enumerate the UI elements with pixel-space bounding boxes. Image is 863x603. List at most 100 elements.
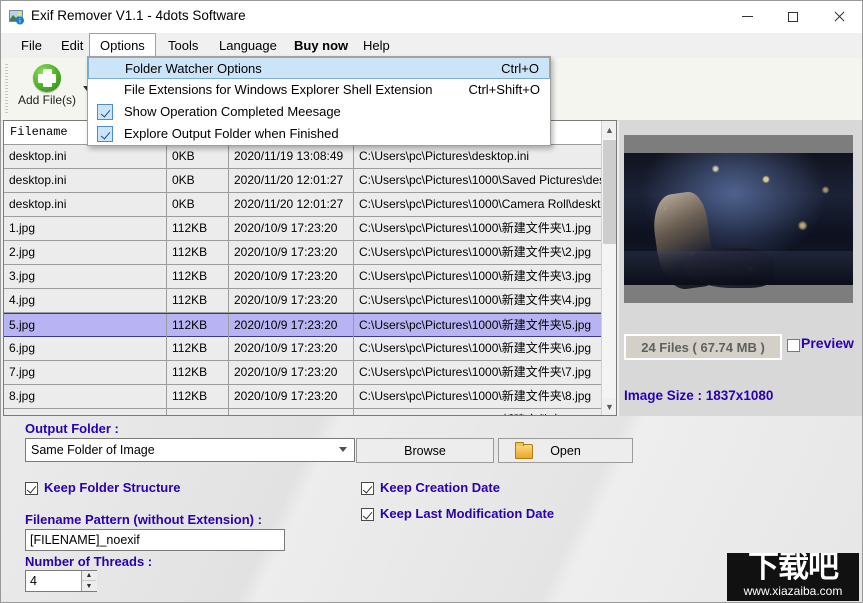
- cell-filename: 7.jpg: [4, 361, 167, 384]
- table-row[interactable]: 8.jpg112KB2020/10/9 17:23:20C:\Users\pc\…: [4, 385, 616, 409]
- application-window: i Exif Remover V1.1 - 4dots Software Fil…: [0, 0, 863, 603]
- check-icon[interactable]: [97, 104, 113, 120]
- cell-filepath: C:\Users\pc\Pictures\1000\新建文件夹\7.jpg: [354, 361, 601, 384]
- table-row[interactable]: desktop.ini0KB2020/11/20 12:01:27C:\User…: [4, 193, 616, 217]
- table-row[interactable]: 6.jpg112KB2020/10/9 17:23:20C:\Users\pc\…: [4, 337, 616, 361]
- stepper-up-icon[interactable]: ▲: [82, 571, 96, 581]
- green-plus-icon: [33, 64, 61, 92]
- cell-filesize: 112KB: [167, 289, 229, 312]
- title-bar: i Exif Remover V1.1 - 4dots Software: [1, 1, 862, 33]
- cell-filedate: 2020/11/20 12:01:27: [229, 193, 354, 216]
- menu-item-0[interactable]: Folder Watcher OptionsCtrl+O: [88, 57, 550, 79]
- cell-filedate: 2020/10/9 17:23:20: [229, 361, 354, 384]
- scroll-up-icon[interactable]: ▲: [602, 121, 617, 138]
- cell-filename: 3.jpg: [4, 265, 167, 288]
- menu-item-label: File Extensions for Windows Explorer She…: [124, 79, 433, 101]
- scroll-down-icon[interactable]: ▼: [602, 398, 617, 415]
- menu-item-1[interactable]: File Extensions for Windows Explorer She…: [88, 79, 550, 101]
- menu-item-label: Folder Watcher Options: [125, 58, 262, 80]
- preview-label[interactable]: Preview: [801, 335, 854, 351]
- menu-item-3[interactable]: Explore Output Folder when Finished: [88, 123, 550, 145]
- menu-bar: File Edit Options Tools Language Buy now…: [1, 33, 862, 58]
- cell-filename: 5.jpg: [4, 314, 167, 337]
- check-icon[interactable]: [97, 126, 113, 142]
- browse-button[interactable]: Browse: [356, 438, 494, 463]
- file-list[interactable]: Filename desktop.ini0KB2020/11/19 13:08:…: [3, 120, 617, 416]
- chevron-down-icon: [339, 447, 347, 452]
- table-row[interactable]: 9.jpg112KB2020/10/9 17:23:20C:\Users\pc\…: [4, 409, 616, 416]
- stepper-down-icon[interactable]: ▼: [82, 582, 96, 591]
- number-of-threads-value: 4: [30, 574, 37, 588]
- cell-filesize: 112KB: [167, 314, 229, 337]
- image-size-label: Image Size : 1837x1080: [624, 388, 773, 403]
- cell-filesize: 0KB: [167, 193, 229, 216]
- cell-filename: 4.jpg: [4, 289, 167, 312]
- cell-filesize: 0KB: [167, 169, 229, 192]
- menu-item-shortcut: Ctrl+Shift+O: [468, 79, 540, 101]
- folder-icon: [515, 444, 533, 459]
- table-row[interactable]: 2.jpg112KB2020/10/9 17:23:20C:\Users\pc\…: [4, 241, 616, 265]
- table-row[interactable]: 4.jpg112KB2020/10/9 17:23:20C:\Users\pc\…: [4, 289, 616, 313]
- options-dropdown-menu[interactable]: Folder Watcher OptionsCtrl+OFile Extensi…: [87, 56, 551, 146]
- files-summary[interactable]: 24 Files ( 67.74 MB ): [624, 334, 782, 360]
- keep-folder-structure-checkbox[interactable]: [25, 482, 38, 495]
- cell-filesize: 112KB: [167, 337, 229, 360]
- output-folder-label: Output Folder :: [25, 421, 119, 436]
- scrollbar-thumb[interactable]: [603, 140, 616, 244]
- open-button[interactable]: Open: [498, 438, 633, 463]
- cell-filedate: 2020/10/9 17:23:20: [229, 265, 354, 288]
- keep-folder-structure-label[interactable]: Keep Folder Structure: [44, 480, 181, 495]
- cell-filepath: C:\Users\pc\Pictures\1000\新建文件夹\6.jpg: [354, 337, 601, 360]
- minimize-button[interactable]: [724, 1, 770, 32]
- menu-item-label: Explore Output Folder when Finished: [124, 123, 339, 145]
- cell-filedate: 2020/11/20 12:01:27: [229, 169, 354, 192]
- table-row[interactable]: desktop.ini0KB2020/11/20 12:01:27C:\User…: [4, 169, 616, 193]
- toolbar-grip[interactable]: [5, 64, 8, 114]
- cell-filepath: C:\Users\pc\Pictures\1000\Saved Pictures…: [354, 169, 601, 192]
- cell-filesize: 112KB: [167, 361, 229, 384]
- cell-filedate: 2020/10/9 17:23:20: [229, 385, 354, 408]
- table-row[interactable]: 5.jpg112KB2020/10/9 17:23:20C:\Users\pc\…: [4, 313, 616, 337]
- cell-filesize: 112KB: [167, 241, 229, 264]
- cell-filename: 6.jpg: [4, 337, 167, 360]
- file-list-body: desktop.ini0KB2020/11/19 13:08:49C:\User…: [4, 145, 616, 416]
- cell-filedate: 2020/11/19 13:08:49: [229, 145, 354, 168]
- cell-filepath: C:\Users\pc\Pictures\1000\新建文件夹\2.jpg: [354, 241, 601, 264]
- cell-filename: 2.jpg: [4, 241, 167, 264]
- close-button[interactable]: [816, 1, 862, 32]
- menu-file[interactable]: File: [11, 33, 52, 58]
- menu-item-2[interactable]: Show Operation Completed Meesage: [88, 101, 550, 123]
- menu-edit[interactable]: Edit: [51, 33, 93, 58]
- cell-filesize: 112KB: [167, 217, 229, 240]
- add-files-button[interactable]: Add File(s): [13, 62, 81, 118]
- output-folder-select[interactable]: Same Folder of Image: [25, 438, 355, 462]
- threads-stepper[interactable]: ▲ ▼: [81, 571, 97, 591]
- keep-last-modification-date-label[interactable]: Keep Last Modification Date: [380, 506, 554, 521]
- preview-image[interactable]: [624, 135, 853, 303]
- menu-tools[interactable]: Tools: [158, 33, 208, 58]
- cell-filepath: C:\Users\pc\Pictures\1000\新建文件夹\4.jpg: [354, 289, 601, 312]
- maximize-button[interactable]: [770, 1, 816, 32]
- cell-filedate: 2020/10/9 17:23:20: [229, 217, 354, 240]
- table-row[interactable]: 7.jpg112KB2020/10/9 17:23:20C:\Users\pc\…: [4, 361, 616, 385]
- cell-filesize: 112KB: [167, 385, 229, 408]
- menu-help[interactable]: Help: [353, 33, 400, 58]
- menu-language[interactable]: Language: [209, 33, 287, 58]
- cell-filepath: C:\Users\pc\Pictures\1000\新建文件夹\8.jpg: [354, 385, 601, 408]
- minimize-icon: [742, 16, 753, 17]
- cell-filesize: 112KB: [167, 265, 229, 288]
- keep-creation-date-checkbox[interactable]: [361, 482, 374, 495]
- file-list-scrollbar[interactable]: ▲ ▼: [601, 121, 617, 415]
- table-row[interactable]: 3.jpg112KB2020/10/9 17:23:20C:\Users\pc\…: [4, 265, 616, 289]
- filename-pattern-input[interactable]: [FILENAME]_noexif: [25, 529, 285, 551]
- table-row[interactable]: desktop.ini0KB2020/11/19 13:08:49C:\User…: [4, 145, 616, 169]
- cell-filename: 1.jpg: [4, 217, 167, 240]
- cell-filename: desktop.ini: [4, 169, 167, 192]
- number-of-threads-label: Number of Threads :: [25, 554, 152, 569]
- keep-creation-date-label[interactable]: Keep Creation Date: [380, 480, 500, 495]
- menu-buy-now[interactable]: Buy now: [284, 33, 358, 58]
- table-row[interactable]: 1.jpg112KB2020/10/9 17:23:20C:\Users\pc\…: [4, 217, 616, 241]
- preview-checkbox[interactable]: [787, 339, 800, 352]
- cell-filesize: 0KB: [167, 145, 229, 168]
- keep-last-modification-date-checkbox[interactable]: [361, 508, 374, 521]
